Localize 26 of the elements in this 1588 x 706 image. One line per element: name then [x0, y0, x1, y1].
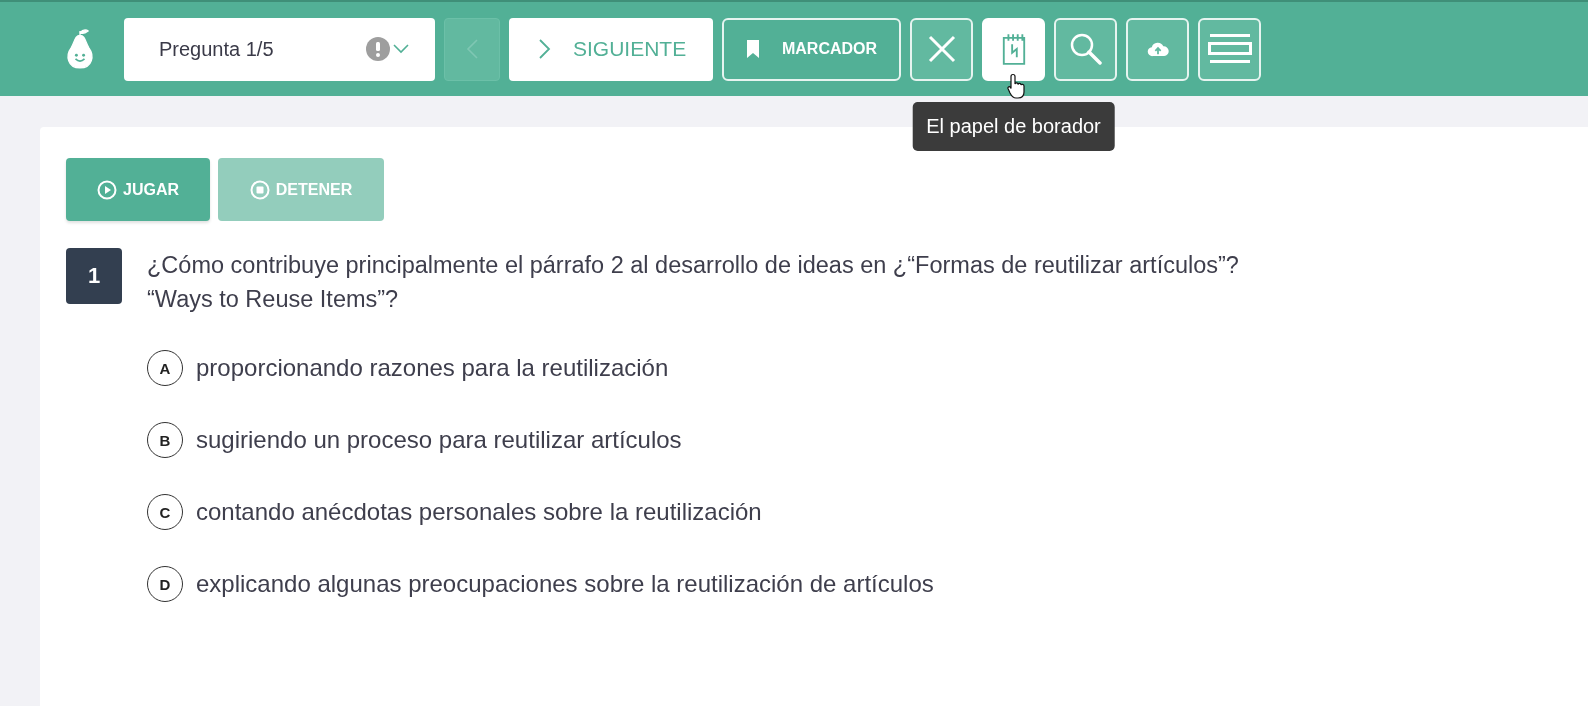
play-icon: [97, 179, 117, 200]
question-number: 1: [66, 248, 122, 304]
question-selector[interactable]: Pregunta 1/5: [124, 17, 435, 81]
upload-button[interactable]: [1126, 17, 1189, 81]
chevron-left-icon: [466, 39, 478, 59]
chevron-right-icon: [539, 39, 551, 59]
option-text[interactable]: explicando algunas preocupaciones sobre la reutilización de artículos: [196, 570, 934, 598]
option-text[interactable]: sugiriendo un proceso para reutilizar artículos: [196, 426, 682, 454]
tooltip: El papel de borador: [912, 101, 1115, 151]
notepad-icon: [1000, 32, 1027, 66]
notepad-button[interactable]: [982, 17, 1045, 81]
question-text: “Ways to Reuse Items”?: [147, 285, 400, 314]
menu-button[interactable]: [1198, 17, 1261, 81]
menu-icon: [1207, 34, 1252, 64]
option-text[interactable]: proporcionando razones para la reutilización: [196, 354, 669, 382]
bookmark-icon: [745, 40, 760, 58]
hand-cursor-icon: [1007, 72, 1027, 99]
close-icon: [927, 35, 956, 63]
chevron-down-icon: [393, 44, 409, 54]
search-button[interactable]: [1054, 17, 1117, 81]
stop-icon: [249, 179, 270, 200]
cloud-upload-icon: [1146, 41, 1169, 57]
search-icon: [1069, 33, 1102, 65]
close-button[interactable]: [910, 17, 973, 81]
option-text[interactable]: contando anécdotas personales sobre la reutilización: [196, 498, 762, 526]
question-text: ¿Cómo contribuye principalmente el párrafo 2 al desarrollo de ideas en ¿“Formas de reutilizar artículos”?: [147, 251, 1239, 280]
